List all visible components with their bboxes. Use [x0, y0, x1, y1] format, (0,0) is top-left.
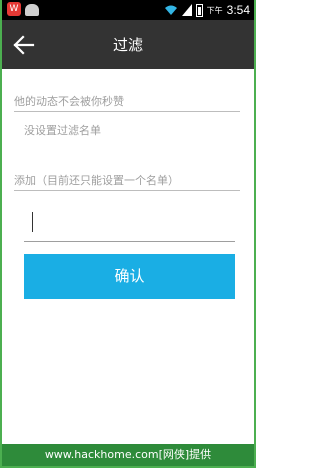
app-notification-icon: W — [7, 2, 21, 16]
wifi-icon — [164, 5, 177, 15]
add-filter-label: 添加（目前还只能设置一个名单） — [14, 172, 240, 191]
signal-icon — [181, 4, 192, 16]
hidden-users-label: 他的动态不会被你秒赞 — [14, 93, 240, 112]
battery-icon — [195, 3, 203, 17]
filter-input[interactable] — [24, 208, 235, 241]
page-title: 过滤 — [112, 36, 143, 54]
status-bar: W 下午 3:54 — [2, 0, 254, 20]
watermark-banner: www.hackhome.com[网侠]提供 — [2, 444, 254, 466]
system-icons: 下午 3:54 — [164, 0, 250, 20]
confirm-button[interactable]: 确认 — [24, 254, 235, 299]
android-icon — [25, 3, 39, 16]
filter-input-container — [24, 208, 235, 242]
empty-filter-note: 没设置过滤名单 — [24, 124, 101, 137]
notification-icons: W — [7, 2, 39, 16]
ampm-indicator: 下午 — [206, 5, 223, 15]
title-bar: 过滤 — [2, 20, 254, 69]
clock: 3:54 — [226, 3, 250, 17]
text-cursor — [32, 212, 33, 232]
